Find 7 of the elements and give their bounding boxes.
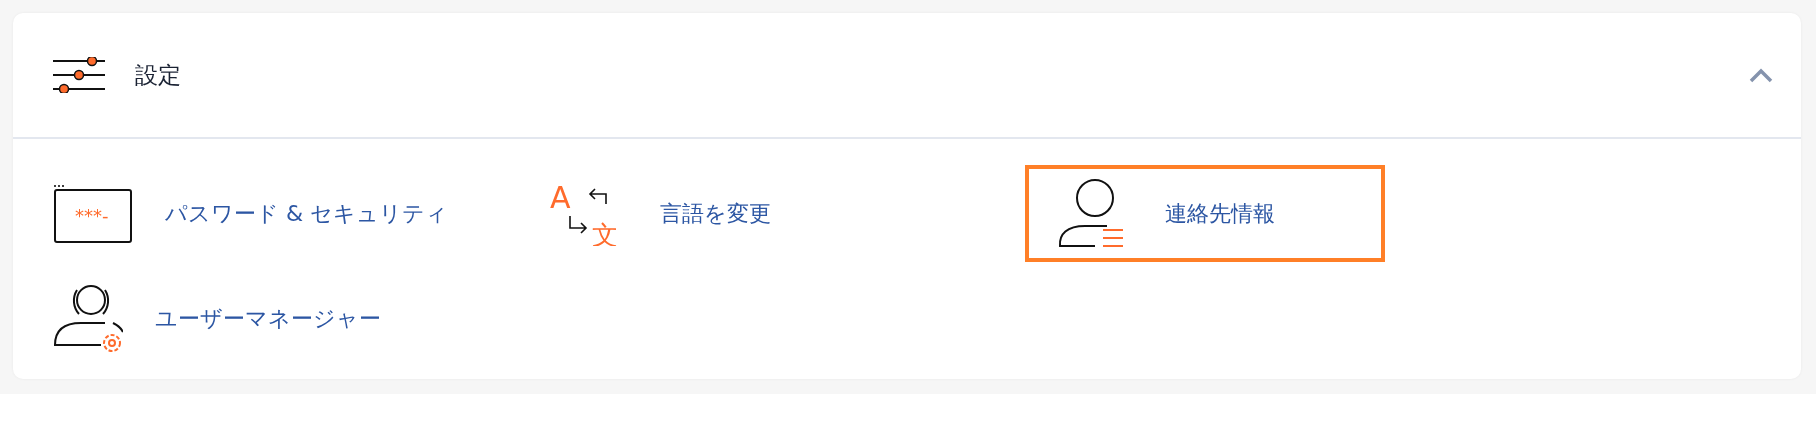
settings-item[interactable]: ***- パスワード & セキュリティ [21, 165, 516, 262]
user-settings-icon [53, 282, 123, 355]
sliders-icon [53, 57, 105, 93]
settings-item[interactable]: 連絡先情報 [1025, 165, 1385, 262]
chevron-up-icon[interactable] [1749, 67, 1773, 83]
settings-item[interactable]: ユーザーマネージャー [21, 270, 516, 367]
panel-title: 設定 [135, 60, 182, 90]
